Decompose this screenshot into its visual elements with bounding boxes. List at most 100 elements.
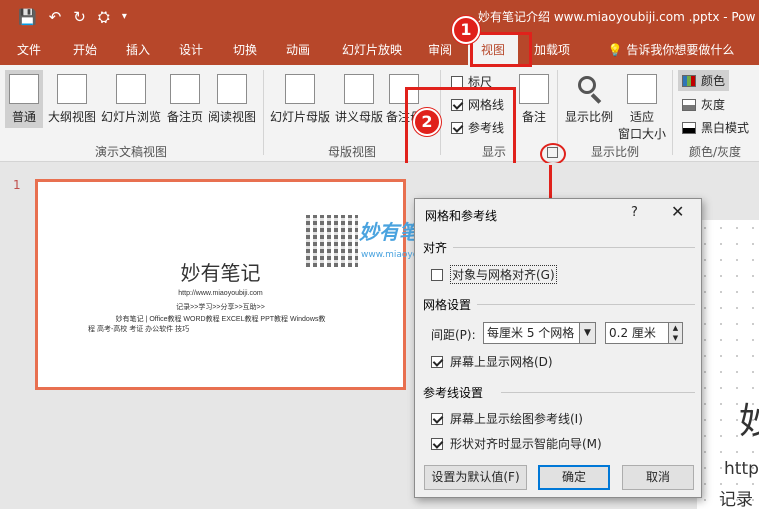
tab-file[interactable]: 文件 [8,35,50,65]
handout-master-icon [344,74,374,104]
notes-page-button[interactable]: 备注页 [164,70,206,128]
reading-view-button[interactable]: 阅读视图 [207,70,257,128]
customize-qat-icon[interactable]: ▾ [122,7,127,27]
fit-to-window-button[interactable]: 适应 窗口大小 [617,70,667,141]
slide-thumbnail[interactable]: 妙有笔记 http://www.miaoyoubiji.com 记录>>学习>>… [35,179,406,390]
set-as-default-button[interactable]: 设置为默认值(F) [424,465,527,490]
section-divider [501,392,695,393]
undo-icon[interactable]: ↶ [49,7,62,27]
smart-guides-label: 形状对齐时显示智能向导(M) [450,437,602,451]
snap-to-grid-checkbox[interactable]: 对象与网格对齐(G) [431,265,557,284]
snap-to-grid-label: 对象与网格对齐(G) [450,265,557,284]
slide-master-icon [285,74,315,104]
spacing-select-value: 每厘米 5 个网格 [487,326,575,340]
tab-animations[interactable]: 动画 [277,35,319,65]
reading-view-label: 阅读视图 [207,110,256,124]
bw-label: 黑白模式 [701,121,750,135]
fit-label-2: 窗口大小 [617,127,666,141]
tab-insert[interactable]: 插入 [117,35,159,65]
quick-access-toolbar: 💾 ↶ ↻ ⛭ ▾ [18,7,127,27]
ok-button[interactable]: 确定 [538,465,610,490]
tab-home[interactable]: 开始 [64,35,106,65]
save-icon[interactable]: 💾 [18,7,37,27]
slide-sorter-button[interactable]: 幻灯片浏览 [100,70,162,128]
snap-section-label: 对齐 [423,241,448,255]
color-button[interactable]: 颜色 [678,70,730,91]
normal-view-button[interactable]: 普通 [5,70,43,128]
normal-view-icon [9,74,39,104]
handout-master-button[interactable]: 讲义母版 [333,70,385,128]
ruler-checkbox-box[interactable] [451,75,463,88]
tab-tell-me[interactable]: 💡 告诉我你想要做什么 [596,35,746,65]
thumb-tagline: 记录>>学习>>分享>>互助>> [176,304,265,311]
grayscale-label: 灰度 [701,98,726,112]
grid-and-guides-dialog: 网格和参考线 ? ✕ 对齐 对象与网格对齐(G) 网格设置 间距(P): 每厘米… [414,198,702,498]
step-1-badge: 1 [452,16,480,44]
show-grid-checkbox[interactable]: 屏幕上显示网格(D) [431,353,553,370]
tab-transitions[interactable]: 切换 [224,35,266,65]
magnifier-icon [574,74,604,104]
tab-review[interactable]: 审阅 [419,35,461,65]
main-slide-url: http [724,459,759,479]
color-label: 颜色 [701,74,726,88]
slide-sorter-label: 幻灯片浏览 [100,110,161,124]
zoom-label: 显示比例 [564,110,613,124]
slide-master-label: 幻灯片母版 [269,110,330,124]
spin-down-icon[interactable]: ▼ [668,333,682,343]
slide-master-button[interactable]: 幻灯片母版 [268,70,332,128]
bw-swatch-icon [682,121,696,134]
powerpoint-window: 💾 ↶ ↻ ⛭ ▾ 妙有笔记介绍 www.miaoyoubiji.com .pp… [0,0,759,509]
outline-view-icon [57,74,87,104]
thumb-title: 妙有笔记 [180,261,261,285]
cancel-button[interactable]: 取消 [622,465,694,490]
show-grid-box[interactable] [431,355,443,368]
ribbon-view: 普通 大纲视图 幻灯片浏览 备注页 阅读视图 演示文稿视图 幻灯片母版 讲义母版 [0,65,759,162]
notes-page-label: 备注页 [166,110,203,124]
grayscale-button[interactable]: 灰度 [682,96,725,113]
black-white-button[interactable]: 黑白模式 [682,119,749,136]
chevron-down-icon[interactable]: ▼ [579,323,595,343]
help-icon[interactable]: ? [631,205,638,220]
group-label-color: 颜色/灰度 [689,145,742,159]
notes-label: 备注 [521,110,546,124]
tab-design[interactable]: 设计 [170,35,212,65]
zoom-button[interactable]: 显示比例 [562,70,616,128]
tab-slideshow[interactable]: 幻灯片放映 [333,35,411,65]
show-guides-box[interactable] [431,412,443,425]
thumb-desc-2: 程 高考-高校 考证 办公软件 技巧 [88,326,190,333]
slide-number: 1 [13,178,21,192]
snap-to-grid-box[interactable] [431,268,443,281]
fit-window-icon [627,74,657,104]
main-slide-title-char: 妙 [739,401,759,442]
present-icon[interactable]: ⛭ [98,7,110,27]
spacing-value: 0.2 厘米 [609,326,656,340]
spacing-select[interactable]: 每厘米 5 个网格 ▼ [483,322,596,344]
outline-view-label: 大纲视图 [47,110,96,124]
reading-view-icon [217,74,247,104]
fit-label-1: 适应 [629,110,654,124]
lightbulb-icon: 💡 [607,43,623,57]
spacing-spinner[interactable]: 0.2 厘米 ▲ ▼ [605,322,683,344]
close-icon[interactable]: ✕ [671,202,684,221]
notes-button[interactable]: 备注 [517,70,551,128]
section-divider [453,247,695,248]
ribbon-separator [672,70,673,155]
step-2-badge: 2 [413,108,441,136]
notes-page-icon [170,74,200,104]
ribbon-separator [557,70,558,155]
outline-view-button[interactable]: 大纲视图 [47,70,97,128]
redo-icon[interactable]: ↻ [73,7,86,27]
tab-addins[interactable]: 加载项 [527,35,577,65]
normal-view-label: 普通 [11,110,36,124]
guides-section-label: 参考线设置 [423,386,484,400]
document-title: 妙有笔记介绍 www.miaoyoubiji.com .pptx - Pow [478,10,756,24]
slide-sorter-icon [116,74,146,104]
group-label-master-views: 母版视图 [328,145,377,159]
main-slide-canvas[interactable]: 妙 http 记录 [697,220,759,509]
show-guides-checkbox[interactable]: 屏幕上显示绘图参考线(I) [431,410,583,427]
smart-guides-checkbox[interactable]: 形状对齐时显示智能向导(M) [431,435,602,452]
smart-guides-box[interactable] [431,437,443,450]
ribbon-tabs: 文件 开始 插入 设计 切换 动画 幻灯片放映 审阅 视图 加载项 💡 告诉我你… [0,35,759,65]
show-grid-label: 屏幕上显示网格(D) [450,355,553,369]
spin-up-icon[interactable]: ▲ [668,323,682,333]
